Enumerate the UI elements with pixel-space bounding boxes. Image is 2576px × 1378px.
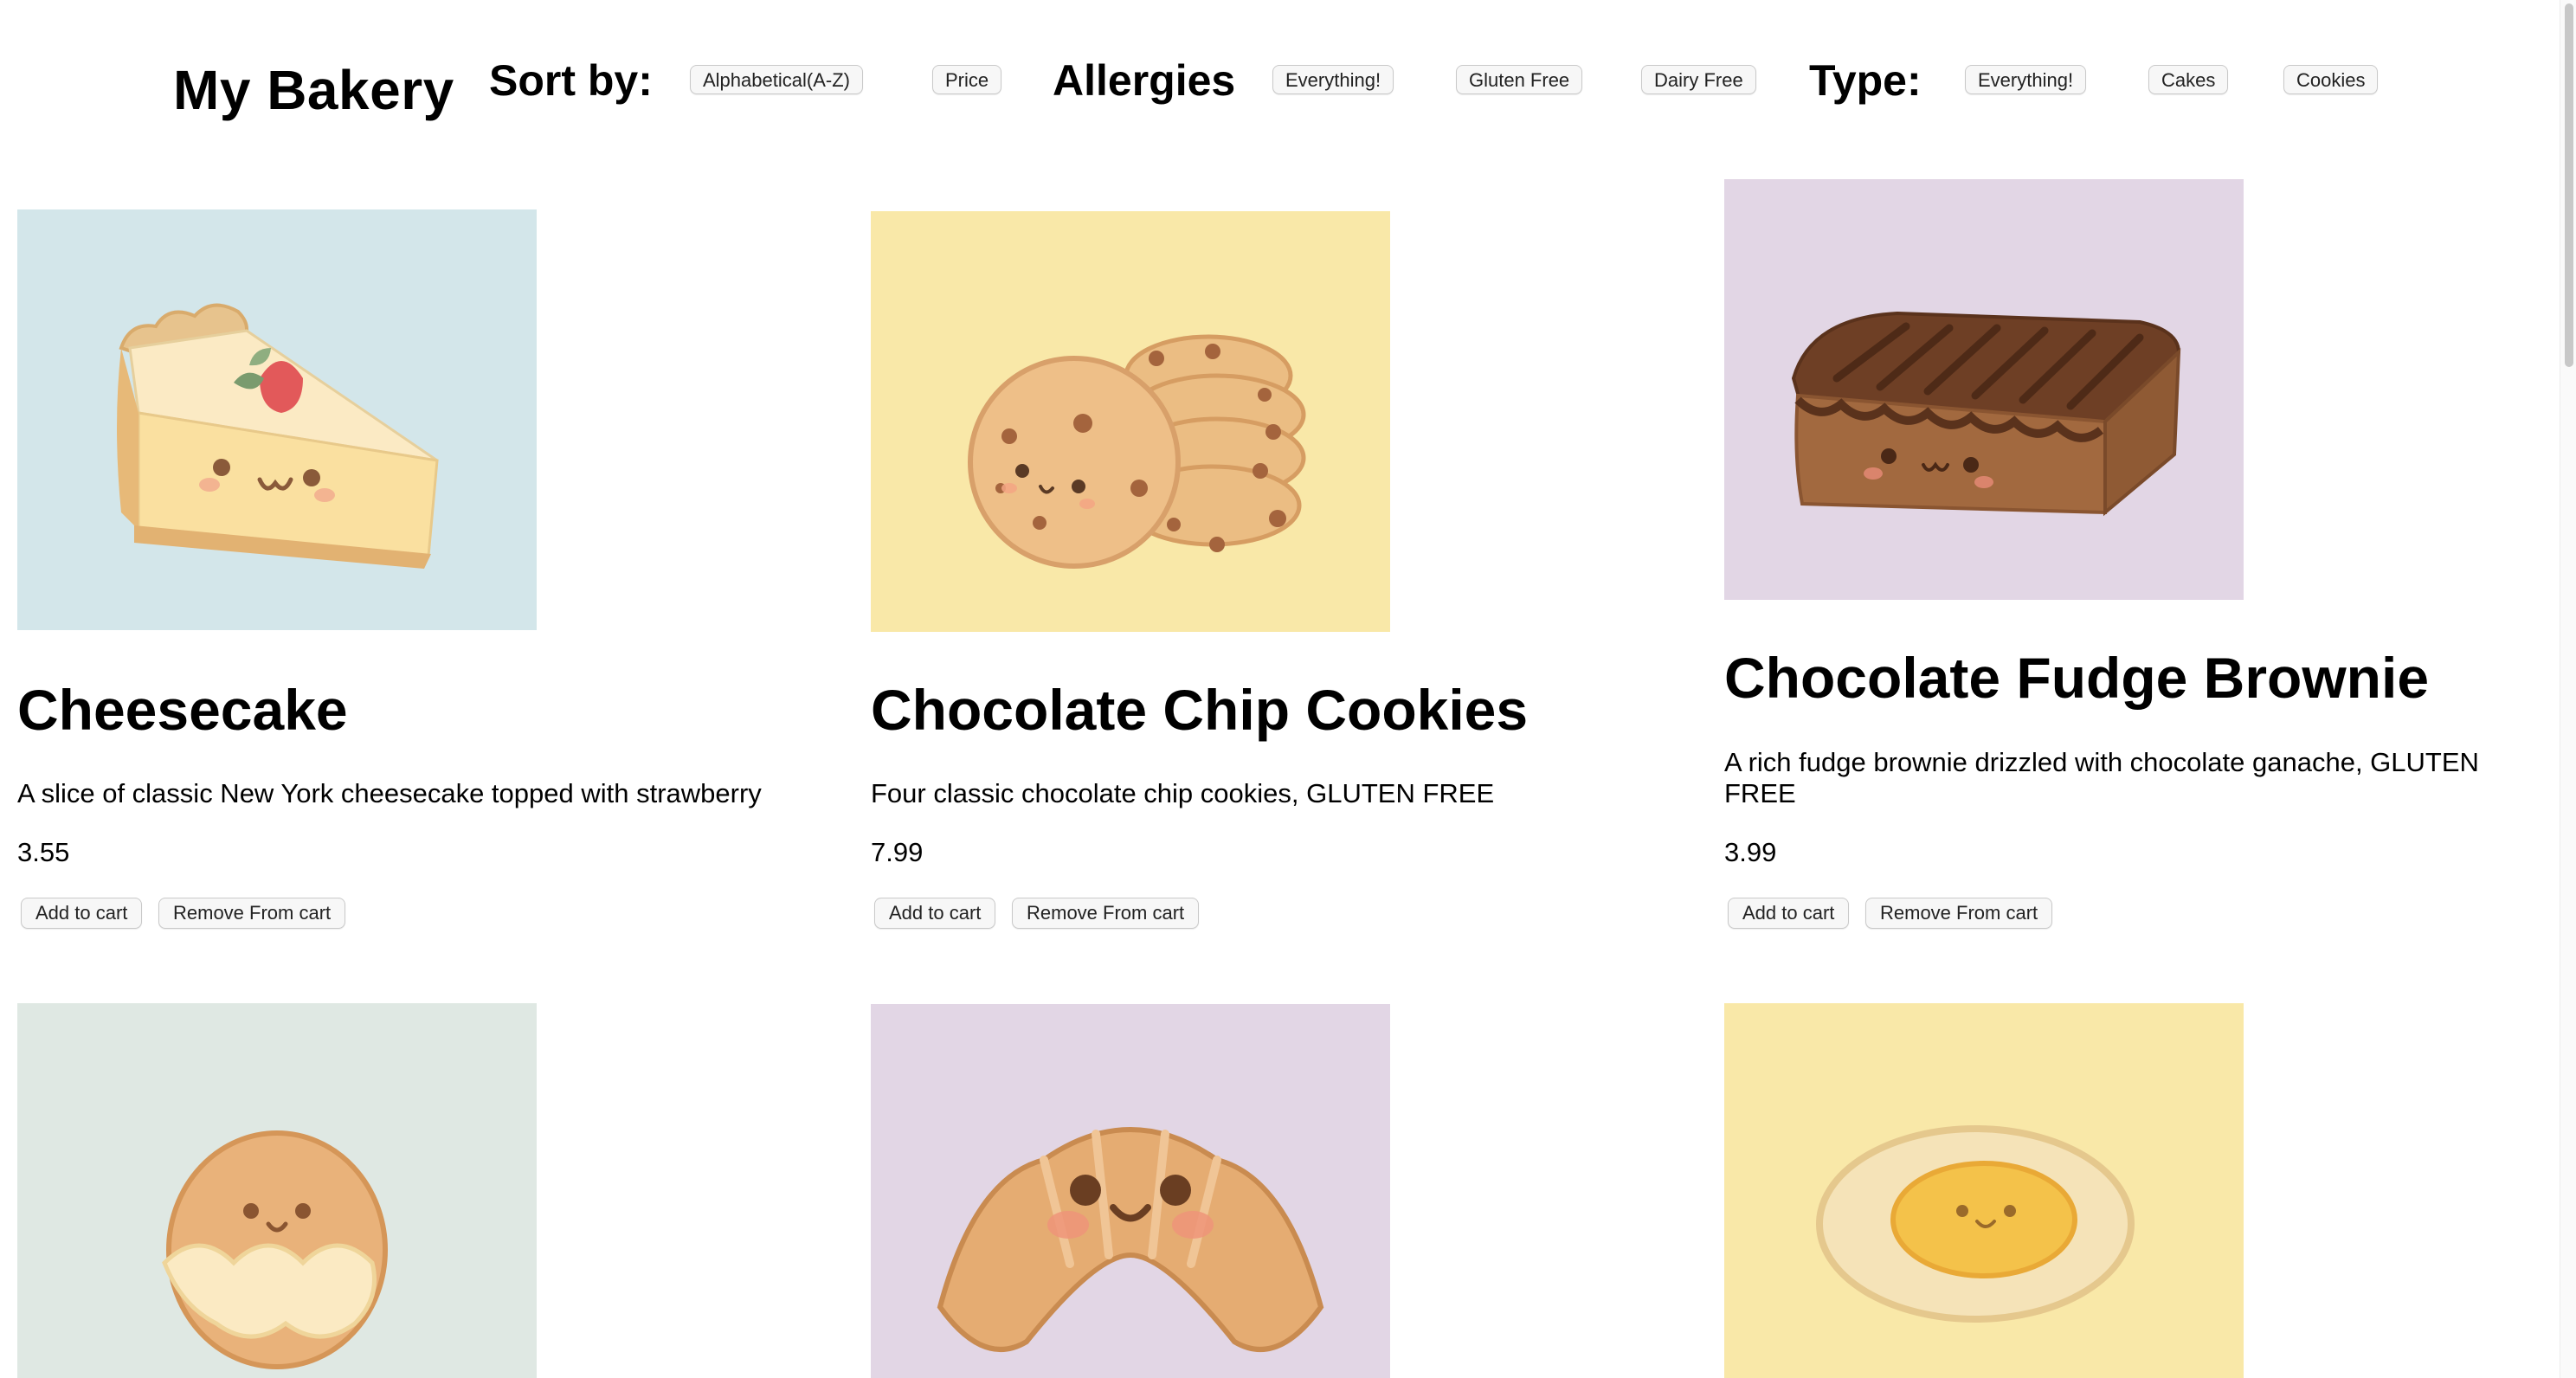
type-label: Type: [1809, 56, 1922, 105]
product-description: Four classic chocolate chip cookies, GLU… [871, 778, 1495, 808]
product-description: A rich fudge brownie drizzled with choco… [1724, 747, 2479, 808]
product-image [1724, 1003, 2244, 1378]
cheesecake-illustration [17, 209, 537, 630]
egg-tart-illustration [1724, 1003, 2244, 1378]
product-image [17, 1003, 537, 1378]
sort-label: Sort by: [489, 56, 653, 105]
add-to-cart-button[interactable]: Add to cart [21, 898, 143, 929]
brownie-illustration [1724, 179, 2244, 600]
sort-price-button[interactable]: Price [932, 65, 1002, 94]
product-price: 3.99 [1724, 837, 1777, 867]
cookies-illustration [871, 211, 1390, 632]
product-image [17, 209, 537, 630]
allergy-dairy-free-button[interactable]: Dairy Free [1641, 65, 1756, 94]
remove-from-cart-button[interactable]: Remove From cart [158, 898, 346, 929]
allergy-gluten-free-button[interactable]: Gluten Free [1456, 65, 1583, 94]
product-image [871, 1004, 1390, 1378]
add-to-cart-button[interactable]: Add to cart [1728, 898, 1850, 929]
allergies-label: Allergies [1053, 56, 1236, 105]
product-image [1724, 179, 2244, 600]
page-scrollbar[interactable] [2560, 0, 2576, 1378]
type-cakes-button[interactable]: Cakes [2148, 65, 2229, 94]
product-name: Chocolate Fudge Brownie [1724, 646, 2430, 710]
type-everything-button[interactable]: Everything! [1965, 65, 2087, 94]
type-cookies-button[interactable]: Cookies [2283, 65, 2379, 94]
product-image [871, 211, 1390, 632]
bakery-page: My Bakery Sort by: Alphabetical(A-Z) Pri… [0, 0, 2576, 1378]
cream-puff-illustration [17, 1003, 537, 1378]
product-description: A slice of classic New York cheesecake t… [17, 778, 762, 808]
header-bar: My Bakery Sort by: Alphabetical(A-Z) Pri… [0, 0, 2576, 156]
remove-from-cart-button[interactable]: Remove From cart [1865, 898, 2053, 929]
croissant-illustration [871, 1004, 1390, 1378]
product-name: Chocolate Chip Cookies [871, 678, 1529, 742]
product-price: 7.99 [871, 837, 924, 867]
product-price: 3.55 [17, 837, 70, 867]
sort-alphabetical-button[interactable]: Alphabetical(A-Z) [690, 65, 863, 94]
brand-title: My Bakery [173, 59, 454, 121]
scrollbar-thumb[interactable] [2565, 3, 2573, 367]
remove-from-cart-button[interactable]: Remove From cart [1012, 898, 1200, 929]
product-name: Cheesecake [17, 678, 348, 742]
add-to-cart-button[interactable]: Add to cart [874, 898, 996, 929]
allergy-everything-button[interactable]: Everything! [1272, 65, 1394, 94]
